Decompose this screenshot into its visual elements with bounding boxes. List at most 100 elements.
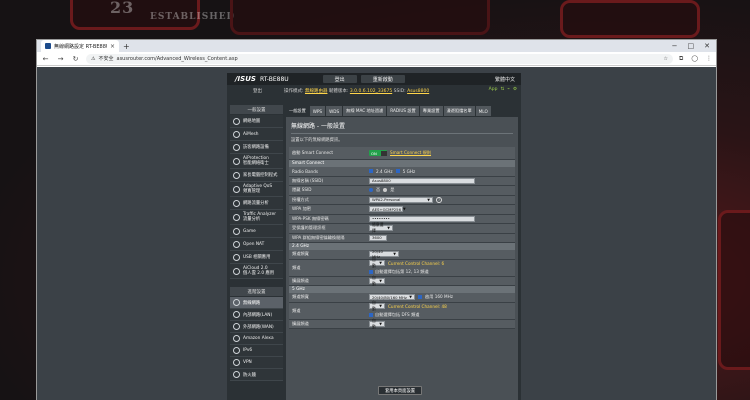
tab-mlo[interactable]: MLO (475, 106, 491, 116)
title-divider (291, 133, 513, 134)
pmf-select[interactable]: 隨意選擇 ▼ (369, 222, 393, 233)
band-5-checkbox[interactable] (395, 169, 400, 174)
reboot-button[interactable]: 重新啟動 (360, 75, 405, 83)
menu-open-nat[interactable]: Open NAT (230, 238, 283, 251)
menu-usb-apps[interactable]: USB 相關應用 (230, 251, 283, 264)
menu-lan[interactable]: 內部網路(LAN) (230, 309, 283, 321)
auth-method-select[interactable]: WPA2-Personal ▼ (369, 196, 433, 203)
menu-ipv6[interactable]: IPv6 (230, 345, 283, 357)
ext-channel-24-select[interactable]: 自動 ▼ (369, 275, 385, 286)
enable-160-checkbox[interactable] (418, 295, 422, 300)
menu-kebab-icon[interactable]: ⋮ (706, 55, 712, 63)
band-24-checkbox[interactable] (369, 169, 373, 174)
channel-5-select[interactable]: 自動 ▼ (369, 300, 385, 311)
firmware-link[interactable]: 3.0.0.6.102_33675 (350, 89, 392, 94)
row-hide-ssid: 隱藏 SSID 否 是 (289, 186, 515, 196)
hide-ssid-no-radio[interactable] (369, 188, 373, 193)
wpa-encryption-select[interactable]: AES+GCMP256 ▼ (369, 206, 406, 213)
tab-roaming-block[interactable]: 漫遊阻擋名單 (443, 106, 475, 116)
logout-button[interactable]: 登出 (322, 75, 357, 83)
menu-adaptive-qos[interactable]: Adaptive QoS 頻寬管理 (230, 182, 283, 197)
menu-guest-network[interactable]: 訪客網路設備 (230, 141, 283, 154)
menu-wan[interactable]: 外部網路(WAN) (230, 321, 283, 333)
menu-parental-controls[interactable]: 家長電腦控制程式 (230, 169, 283, 182)
menu-wireless[interactable]: 無線網路 (230, 297, 283, 309)
profile-icon[interactable]: ◯ (691, 55, 698, 63)
menu-aimesh[interactable]: AiMesh (230, 128, 283, 141)
menu-firewall[interactable]: 防火牆 (230, 369, 283, 381)
mode-link[interactable]: 無線路由器 (305, 89, 328, 94)
row-5-ext-channel: 擴展頻道 自動 ▼ (289, 318, 515, 329)
tab-wps[interactable]: WPS (309, 106, 326, 116)
not-secure-icon[interactable]: ⚠ (91, 56, 95, 62)
menu-traffic-analyzer[interactable]: Traffic Analyzer 流量分析 (230, 210, 283, 225)
menu-traffic-analysis[interactable]: 網路流量分析 (230, 197, 283, 210)
channel-24-select[interactable]: 自動 ▼ (369, 257, 385, 268)
app-label[interactable]: App (489, 87, 498, 92)
hide-ssid-yes-radio[interactable] (383, 188, 388, 193)
apply-button[interactable]: 套用本頁面設置 (378, 386, 423, 395)
close-tab-icon[interactable]: × (110, 43, 115, 50)
browser-tab[interactable]: 無線網路設定 RT-BE88U × (41, 40, 119, 52)
row-wpa-key: WPA-PSK 無線密碼 •••••••• (289, 214, 515, 224)
parental-icon (233, 171, 240, 179)
browser-toolbar: ← → ↻ ⚠ 不安全 asusrouter.com/Advanced_Wire… (37, 52, 716, 66)
settings-panel: 無線網路 - 一般設置 設置以下的無線網路資訊。 啟動 Smart Connec… (286, 117, 518, 400)
tab-general[interactable]: 一般設置 (286, 106, 309, 116)
content-area: 一般設置 WPS WDS 無線 MAC 地址過濾 RADIUS 設置 專業設置 … (286, 106, 518, 400)
extensions-icon[interactable]: ⧉ (679, 55, 683, 63)
chevron-down-icon: ▼ (403, 207, 406, 212)
bookmark-star-icon[interactable]: ☆ (664, 56, 668, 62)
tab-title: 無線網路設定 RT-BE88U (54, 43, 107, 50)
close-window-button[interactable]: ✕ (704, 42, 710, 50)
tab-radius[interactable]: RADIUS 設置 (387, 106, 419, 116)
network-status-icon[interactable]: ⇅ (500, 87, 504, 92)
maximize-button[interactable]: □ (688, 42, 695, 50)
address-bar[interactable]: ⚠ 不安全 asusrouter.com/Advanced_Wireless_C… (86, 53, 673, 64)
menu-aicloud[interactable]: AiCloud 2.0 個人雲 2.0 應用 (230, 264, 283, 279)
status-text: 操作模式: 無線路由器 韌體版本: 3.0.0.6.102_33675 SSID… (284, 88, 429, 94)
usb-status-icon[interactable]: ⌁ (507, 87, 510, 92)
help-icon[interactable]: ? (436, 196, 442, 203)
menu-aiprotection[interactable]: AiProtection 智能網絡衛士 (230, 154, 283, 169)
menu-vpn[interactable]: VPN (230, 357, 283, 369)
tab-professional[interactable]: 專業設置 (419, 106, 443, 116)
row-auth-method: 授權方式 WPA2-Personal ▼ ? (289, 195, 515, 205)
auto-channel-5-checkbox[interactable] (369, 313, 373, 317)
vpn-icon (233, 359, 240, 366)
chevron-down-icon: ▼ (379, 304, 382, 308)
page-title: 無線網路 - 一般設置 (291, 123, 345, 130)
settings-icon[interactable]: ⚙ (513, 87, 517, 92)
ssid-link[interactable]: Asus8800 (407, 89, 429, 94)
smart-connect-rules-link[interactable]: Smart Connect 規則 (390, 150, 431, 156)
language-select[interactable]: 繁體中文 (495, 76, 515, 83)
minimize-button[interactable]: − (672, 42, 678, 50)
row-24-channel: 頻道 自動 ▼ Current Control Channel: 6 自動選擇包括… (289, 257, 515, 277)
ssid-input[interactable]: Asus8800 (369, 177, 475, 184)
router-header: /ISUS RT-BE88U 登出 重新啟動 繁體中文 (227, 73, 521, 85)
row-ssid: 無線名稱 (SSID) Asus8800 (289, 176, 515, 186)
wallpaper-panel (560, 0, 700, 38)
rekey-interval-input[interactable]: 3600 (369, 234, 387, 241)
ext-channel-5-select[interactable]: 自動 ▼ (369, 318, 385, 329)
smart-connect-toggle[interactable]: ON (369, 150, 387, 156)
new-tab-button[interactable]: + (123, 42, 130, 51)
tab-mac-filter[interactable]: 無線 MAC 地址過濾 (343, 106, 387, 116)
logout-short[interactable]: 登出 (253, 88, 262, 94)
smart-connect-label: 啟動 Smart Connect (292, 150, 334, 155)
menu-game[interactable]: Game (230, 225, 283, 238)
url-text[interactable]: asusrouter.com/Advanced_Wireless_Content… (117, 56, 238, 62)
reload-icon[interactable]: ↻ (71, 55, 80, 63)
wpa-key-input[interactable]: •••••••• (369, 215, 475, 222)
forward-icon[interactable]: → (56, 55, 65, 63)
menu-alexa[interactable]: Amazon Alexa (230, 333, 283, 345)
back-icon[interactable]: ← (41, 55, 50, 63)
menu-network-map[interactable]: 網絡地圖 (230, 115, 283, 128)
router-model: RT-BE88U (259, 75, 289, 83)
row-5-channel: 頻道 自動 ▼ Current Control Channel: 48 自動選擇包… (289, 300, 515, 320)
auto-channel-24-checkbox[interactable] (369, 270, 373, 274)
bandwidth-5-label: 頻道頻寬 (292, 294, 309, 300)
wifi-icon (233, 299, 240, 306)
chevron-down-icon: ▼ (379, 321, 382, 326)
tab-wds[interactable]: WDS (326, 106, 343, 116)
